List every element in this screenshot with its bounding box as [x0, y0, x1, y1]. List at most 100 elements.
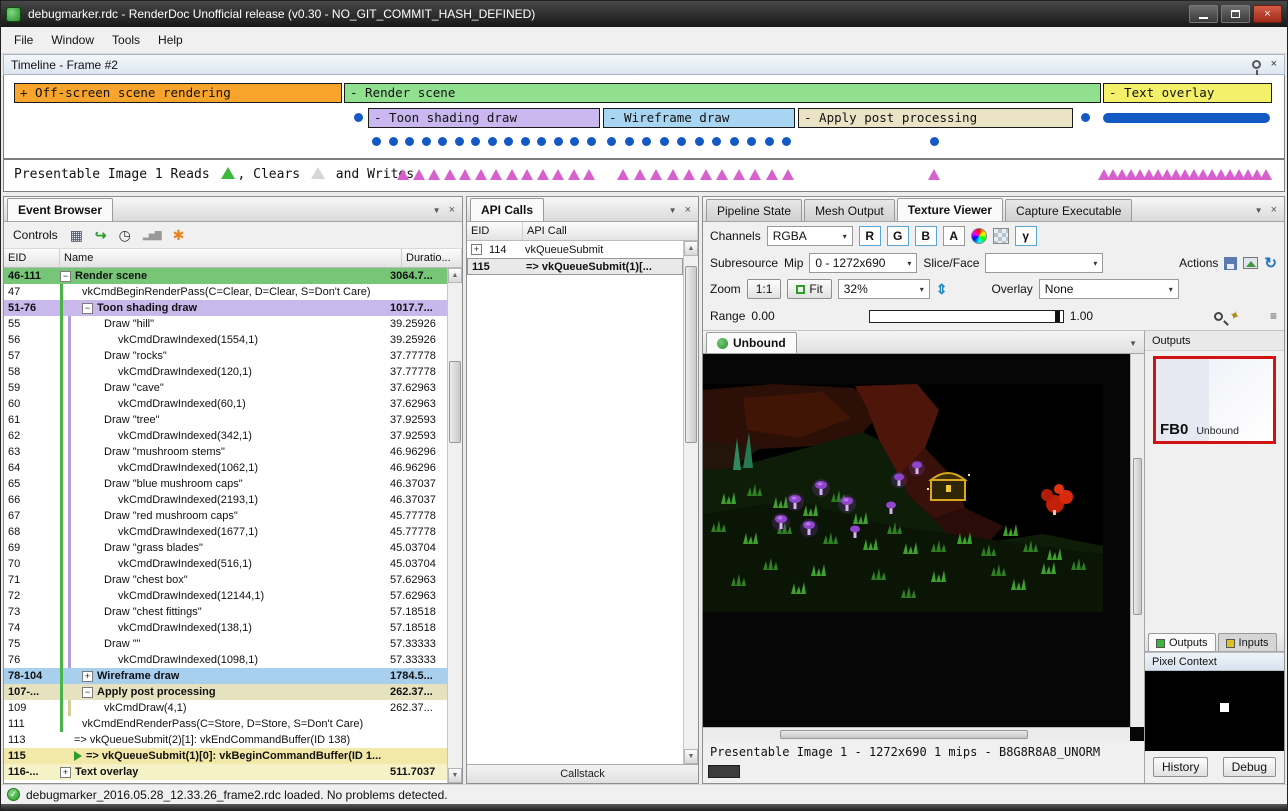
fb0-thumbnail[interactable]: FB0 Unbound: [1153, 356, 1276, 444]
texture-vertical-scrollbar[interactable]: [1130, 354, 1144, 727]
panel-close-icon[interactable]: ×: [1271, 205, 1277, 216]
tab-unbound[interactable]: Unbound: [706, 332, 797, 353]
scroll-up-icon[interactable]: ▲: [684, 241, 698, 256]
write-marker-triangle[interactable]: [667, 169, 679, 180]
event-row[interactable]: 60vkCmdDrawIndexed(60,1)37.62963: [4, 396, 447, 412]
event-row[interactable]: 47vkCmdBeginRenderPass(C=Clear, D=Clear,…: [4, 284, 447, 300]
event-row[interactable]: 75Draw ""57.33333: [4, 636, 447, 652]
scroll-down-icon[interactable]: ▼: [448, 768, 462, 783]
write-marker-triangle[interactable]: [397, 169, 409, 180]
event-row[interactable]: 76vkCmdDrawIndexed(1098,1)57.33333: [4, 652, 447, 668]
statistics-icon[interactable]: ▂▅▇: [143, 231, 161, 240]
write-marker-triangle[interactable]: [749, 169, 761, 180]
scroll-thumb[interactable]: [1133, 458, 1142, 615]
pin-icon[interactable]: [1252, 60, 1261, 69]
maximize-button[interactable]: [1221, 5, 1250, 23]
column-eid[interactable]: EID: [467, 222, 523, 240]
event-row[interactable]: 109vkCmdDraw(4,1)262.37...: [4, 700, 447, 716]
event-row[interactable]: 55Draw "hill"39.25926: [4, 316, 447, 332]
event-row[interactable]: 46-111−Render scene3064.7...: [4, 268, 447, 284]
event-row[interactable]: 61Draw "tree"37.92593: [4, 412, 447, 428]
columns-icon[interactable]: ▦: [70, 228, 83, 242]
menu-item-file[interactable]: File: [5, 29, 42, 51]
event-row[interactable]: 67Draw "red mushroom caps"45.77778: [4, 508, 447, 524]
expand-icon[interactable]: +: [471, 244, 482, 255]
timeline-close-icon[interactable]: ×: [1271, 59, 1277, 70]
menu-item-tools[interactable]: Tools: [103, 29, 149, 51]
event-row[interactable]: 58vkCmdDrawIndexed(120,1)37.77778: [4, 364, 447, 380]
range-min-value[interactable]: 0.00: [751, 309, 774, 323]
collapse-icon[interactable]: −: [82, 687, 93, 698]
event-browser-scrollbar[interactable]: ▲ ▼: [447, 268, 462, 783]
scroll-thumb[interactable]: [685, 266, 697, 443]
panel-close-icon[interactable]: ×: [449, 205, 455, 216]
event-row[interactable]: 115=> vkQueueSubmit(1)[0]: vkBeginComman…: [4, 748, 447, 764]
write-marker-triangle[interactable]: [782, 169, 794, 180]
refresh-icon[interactable]: ↻: [1264, 256, 1277, 271]
minimize-button[interactable]: [1189, 5, 1218, 23]
panel-menu-icon[interactable]: ▼: [1255, 206, 1263, 215]
write-marker-triangle[interactable]: [490, 169, 502, 180]
expand-icon[interactable]: +: [82, 671, 93, 682]
event-row[interactable]: 68vkCmdDrawIndexed(1677,1)45.77778: [4, 524, 447, 540]
timeline-marker-bar[interactable]: + Off-screen scene rendering: [14, 83, 342, 103]
color-wheel-icon[interactable]: [971, 228, 987, 244]
range-handle[interactable]: [1055, 311, 1060, 322]
write-marker-triangle[interactable]: [521, 169, 533, 180]
green-channel-button[interactable]: G: [887, 226, 909, 246]
expand-icon[interactable]: +: [60, 767, 71, 778]
goto-eid-icon[interactable]: ↪: [95, 228, 107, 242]
scroll-up-icon[interactable]: ▲: [448, 268, 462, 283]
write-marker-triangle[interactable]: [634, 169, 646, 180]
write-marker-triangle[interactable]: [428, 169, 440, 180]
autofit-wand-icon[interactable]: ✦: [1227, 307, 1243, 326]
zoom-1to1-button[interactable]: 1:1: [747, 279, 782, 299]
timeline-marker-bar[interactable]: - Text overlay: [1103, 83, 1272, 103]
texture-image[interactable]: [703, 384, 1103, 612]
save-icon[interactable]: [1224, 257, 1237, 270]
event-row[interactable]: 107-...−Apply post processing262.37...: [4, 684, 447, 700]
alpha-channel-button[interactable]: A: [943, 226, 965, 246]
tab-capture-executable[interactable]: Capture Executable: [1005, 199, 1132, 221]
range-menu-icon[interactable]: ≡: [1270, 309, 1277, 323]
timeline-marker-bar[interactable]: - Toon shading draw: [368, 108, 600, 128]
event-row[interactable]: 62vkCmdDrawIndexed(342,1)37.92593: [4, 428, 447, 444]
red-channel-button[interactable]: R: [859, 226, 881, 246]
write-marker-triangle[interactable]: [444, 169, 456, 180]
api-call-row[interactable]: 115=> vkQueueSubmit(1)[...: [467, 258, 683, 275]
api-call-row[interactable]: +114vkQueueSubmit: [467, 241, 683, 258]
menu-item-help[interactable]: Help: [149, 29, 192, 51]
range-max-value[interactable]: 1.00: [1070, 309, 1093, 323]
export-image-icon[interactable]: [1243, 257, 1258, 269]
write-marker-triangle[interactable]: [583, 169, 595, 180]
event-row[interactable]: 59Draw "cave"37.62963: [4, 380, 447, 396]
event-row[interactable]: 63Draw "mushroom stems"46.96296: [4, 444, 447, 460]
event-row[interactable]: 70vkCmdDrawIndexed(516,1)45.03704: [4, 556, 447, 572]
bookmark-icon[interactable]: ✱: [173, 228, 185, 242]
timeline-marker-bar[interactable]: - Apply post processing: [798, 108, 1073, 128]
write-marker-triangle[interactable]: [537, 169, 549, 180]
column-duration[interactable]: Duratio...: [402, 249, 462, 267]
debug-button[interactable]: Debug: [1223, 757, 1276, 777]
timeline-marker-bar[interactable]: - Wireframe draw: [603, 108, 795, 128]
tab-api-calls[interactable]: API Calls: [470, 198, 544, 221]
tab-pipeline-state[interactable]: Pipeline State: [706, 199, 802, 221]
write-marker-triangle[interactable]: [1260, 169, 1272, 180]
tab-texture-viewer[interactable]: Texture Viewer: [897, 198, 1003, 221]
event-row[interactable]: 73Draw "chest fittings"57.18518: [4, 604, 447, 620]
scroll-thumb[interactable]: [780, 730, 1028, 739]
write-marker-triangle[interactable]: [928, 169, 940, 180]
collapse-icon[interactable]: −: [60, 271, 71, 282]
event-row[interactable]: 51-76−Toon shading draw1017.7...: [4, 300, 447, 316]
event-row[interactable]: 64vkCmdDrawIndexed(1062,1)46.96296: [4, 460, 447, 476]
panel-menu-icon[interactable]: ▼: [669, 206, 677, 215]
event-row[interactable]: 57Draw "rocks"37.77778: [4, 348, 447, 364]
write-marker-triangle[interactable]: [568, 169, 580, 180]
zoom-select[interactable]: 32% ▾: [838, 279, 930, 299]
write-marker-triangle[interactable]: [700, 169, 712, 180]
write-marker-triangle[interactable]: [766, 169, 778, 180]
write-marker-triangle[interactable]: [733, 169, 745, 180]
scroll-down-icon[interactable]: ▼: [684, 749, 698, 764]
texture-display[interactable]: [703, 354, 1144, 741]
write-marker-triangle[interactable]: [650, 169, 662, 180]
